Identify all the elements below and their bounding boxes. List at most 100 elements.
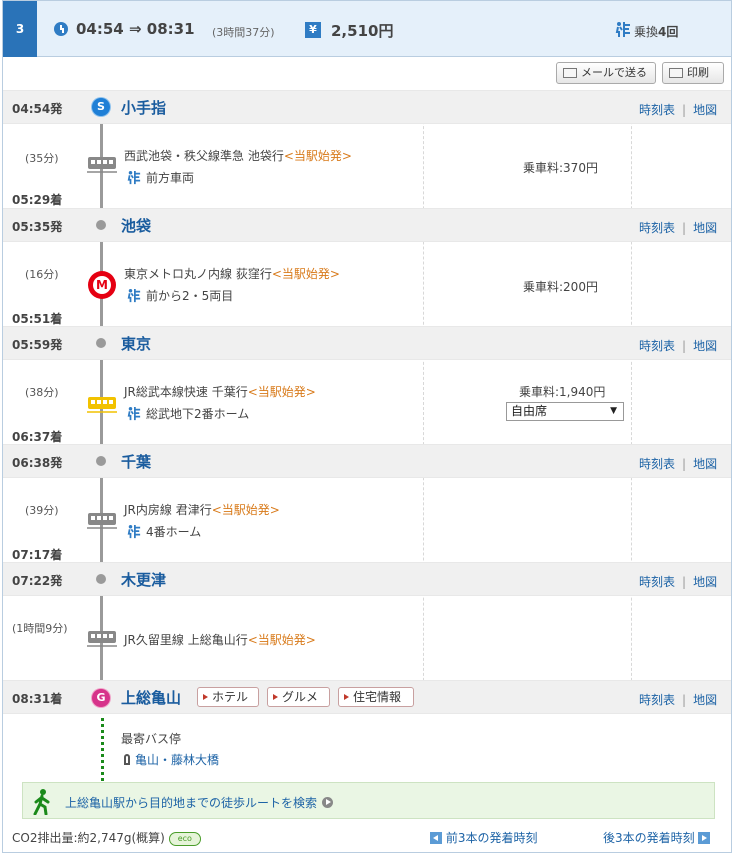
- chevron-down-icon: ▼: [610, 406, 617, 416]
- transfer-icon: [127, 524, 141, 539]
- station-name[interactable]: 東京: [121, 333, 151, 354]
- route-panel: 3 04:54 ⇒ 08:31 (3時間37分) ¥ 2,510円 乗換4回 メ…: [2, 0, 732, 853]
- segment-duration: (38分): [25, 386, 59, 399]
- station-name[interactable]: 上総亀山: [121, 687, 181, 708]
- car-position: 前方車両: [127, 169, 194, 186]
- timetable-link[interactable]: 時刻表: [639, 575, 675, 589]
- bus-stop-link[interactable]: 亀山・藤林大橋: [124, 751, 219, 768]
- transfer-icon: [127, 288, 141, 303]
- segment-fare: 乗車料:370円: [523, 161, 598, 175]
- timetable-link[interactable]: 時刻表: [639, 339, 675, 353]
- column-divider: [631, 91, 632, 711]
- platform-info: 4番ホーム: [127, 523, 201, 540]
- platform-info: 総武地下2番ホーム: [127, 405, 249, 422]
- line-name: 東京メトロ丸ノ内線 荻窪行<当駅始発>: [124, 267, 340, 281]
- printer-icon: [669, 68, 683, 78]
- timetable-link[interactable]: 時刻表: [639, 103, 675, 117]
- next-departures-link[interactable]: 後3本の発着時刻: [603, 829, 711, 846]
- timetable-link[interactable]: 時刻表: [639, 221, 675, 235]
- segment-duration: (16分): [25, 268, 59, 281]
- metro-icon: [88, 271, 116, 299]
- time-range: 04:54 ⇒ 08:31: [76, 20, 195, 38]
- goal-badge: G: [92, 689, 110, 707]
- arrival-time: 05:51着: [12, 312, 63, 326]
- departure-time: 04:54発: [12, 102, 63, 116]
- arrival-time: 05:29着: [12, 193, 63, 207]
- total-fare: 2,510円: [331, 22, 394, 40]
- send-mail-button[interactable]: メールで送る: [556, 62, 656, 84]
- map-link[interactable]: 地図: [693, 575, 717, 589]
- departure-time: 05:35発: [12, 220, 63, 234]
- train-icon: [87, 513, 117, 529]
- play-arrow-icon: [322, 797, 334, 808]
- bus-stop-icon: [124, 754, 130, 765]
- segment-duration: (39分): [25, 504, 59, 517]
- train-icon: [87, 631, 117, 647]
- station-row: 06:38発 千葉 時刻表 | 地図: [3, 444, 731, 478]
- station-dot: [96, 574, 106, 584]
- housing-tag[interactable]: 住宅情報: [338, 687, 414, 707]
- clock-icon: [54, 22, 68, 36]
- station-name[interactable]: 池袋: [121, 215, 151, 236]
- station-links: 時刻表 | 地図: [639, 221, 718, 235]
- total-duration: (3時間37分): [212, 26, 275, 39]
- seat-type-select[interactable]: 自由席 ▼: [506, 402, 624, 421]
- station-links: 時刻表 | 地図: [639, 103, 718, 117]
- station-row: 04:54発 小手指 時刻表 | 地図: [3, 90, 731, 124]
- eco-badge: eco: [168, 832, 201, 846]
- station-row: 07:22発 木更津 時刻表 | 地図: [3, 562, 731, 596]
- walk-route-link[interactable]: 上総亀山駅から目的地までの徒歩ルートを検索: [65, 794, 334, 811]
- station-row: 05:59発 東京 時刻表 | 地図: [3, 326, 731, 360]
- segment-duration: (1時間9分): [12, 622, 68, 635]
- line-name: JR総武本線快速 千葉行<当駅始発>: [124, 385, 316, 399]
- transfer-count: 乗換4回: [634, 25, 679, 39]
- station-name[interactable]: 木更津: [121, 569, 166, 590]
- segment-fare: 乗車料:200円: [523, 280, 598, 294]
- print-button[interactable]: 印刷: [662, 62, 724, 84]
- segment-duration: (35分): [25, 152, 59, 165]
- transfer-icon: [127, 406, 141, 421]
- station-dot: [96, 456, 106, 466]
- map-link[interactable]: 地図: [693, 339, 717, 353]
- station-links: 時刻表 | 地図: [639, 339, 718, 353]
- map-link[interactable]: 地図: [693, 457, 717, 471]
- left-arrow-icon: [430, 832, 442, 844]
- hotel-tag[interactable]: ホテル: [197, 687, 259, 707]
- station-links: 時刻表 | 地図: [639, 575, 718, 589]
- station-links: 時刻表 | 地図: [639, 457, 718, 471]
- start-badge: S: [92, 98, 110, 116]
- timetable-link[interactable]: 時刻表: [639, 693, 675, 707]
- departure-time: 05:59発: [12, 338, 63, 352]
- walk-route-box: 上総亀山駅から目的地までの徒歩ルートを検索: [22, 782, 715, 819]
- line-name: JR久留里線 上総亀山行<当駅始発>: [124, 633, 316, 647]
- walking-person-icon: [33, 789, 50, 815]
- line-name: 西武池袋・秩父線準急 池袋行<当駅始発>: [124, 149, 352, 163]
- station-dot: [96, 338, 106, 348]
- route-summary-bar: 3 04:54 ⇒ 08:31 (3時間37分) ¥ 2,510円 乗換4回: [3, 1, 731, 57]
- yen-icon: ¥: [305, 22, 321, 38]
- line-name: JR内房線 君津行<当駅始発>: [124, 503, 280, 517]
- gourmet-tag[interactable]: グルメ: [267, 687, 330, 707]
- arrival-time: 06:37着: [12, 430, 63, 444]
- station-row: 05:35発 池袋 時刻表 | 地図: [3, 208, 731, 242]
- column-divider: [423, 91, 424, 711]
- station-name[interactable]: 千葉: [121, 451, 151, 472]
- departure-time: 06:38発: [12, 456, 63, 470]
- mail-icon: [563, 68, 577, 78]
- station-name[interactable]: 小手指: [121, 97, 166, 118]
- car-position: 前から2・5両目: [127, 287, 233, 304]
- route-number: 3: [3, 1, 37, 57]
- departure-time: 07:22発: [12, 574, 63, 588]
- right-arrow-icon: [698, 832, 711, 844]
- timetable-link[interactable]: 時刻表: [639, 457, 675, 471]
- co2-emission: CO2排出量:約2,747g(概算) eco: [12, 829, 201, 846]
- map-link[interactable]: 地図: [693, 693, 717, 707]
- transfer-icon: [615, 22, 630, 37]
- map-link[interactable]: 地図: [693, 103, 717, 117]
- train-icon: [87, 157, 117, 173]
- arrival-time: 07:17着: [12, 548, 63, 562]
- map-link[interactable]: 地図: [693, 221, 717, 235]
- previous-departures-link[interactable]: 前3本の発着時刻: [430, 829, 537, 846]
- arrival-time: 08:31着: [12, 692, 63, 706]
- nearest-bus-stop-label: 最寄バス停: [121, 732, 182, 746]
